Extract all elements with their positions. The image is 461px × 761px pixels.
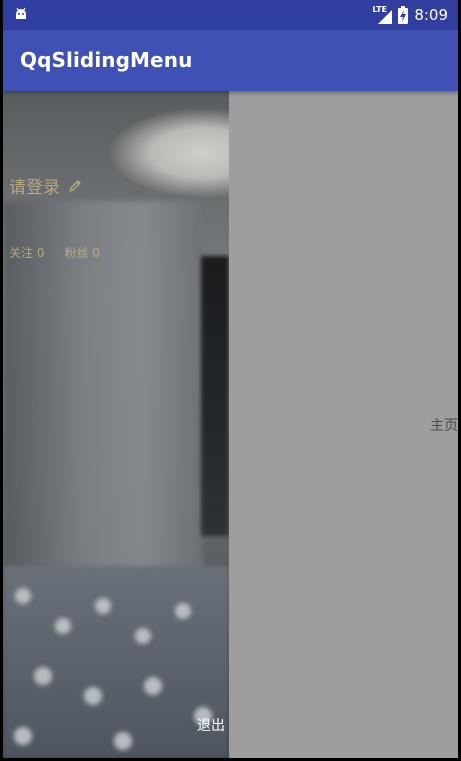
menu-background-floor <box>3 566 229 758</box>
followers-count[interactable]: 粉丝 0 <box>64 244 99 261</box>
status-bar: LTE 8:09 <box>3 0 458 30</box>
status-clock: 8:09 <box>414 6 448 24</box>
pencil-icon[interactable] <box>68 179 82 193</box>
home-label: 主页 <box>430 418 458 434</box>
app-bar: QqSlidingMenu <box>3 30 458 91</box>
status-icons: LTE 8:09 <box>372 5 448 25</box>
menu-background-door <box>201 256 229 536</box>
following-count[interactable]: 关注 0 <box>9 244 44 261</box>
battery-charging-icon <box>398 6 409 24</box>
app-title: QqSlidingMenu <box>20 48 193 72</box>
lte-signal-icon: LTE <box>372 5 393 24</box>
device-screen: LTE 8:09 QqSlidingMenu 请登录 关注 0 粉丝 0 退出 … <box>3 0 458 758</box>
main-content[interactable]: 主页 <box>229 91 458 758</box>
android-icon <box>13 6 29 26</box>
sliding-menu[interactable]: 请登录 关注 0 粉丝 0 退出 <box>3 91 229 758</box>
logout-button[interactable]: 退出 <box>197 715 225 735</box>
login-label[interactable]: 请登录 <box>9 173 60 198</box>
user-stats: 关注 0 粉丝 0 <box>9 244 100 261</box>
login-row[interactable]: 请登录 <box>9 173 82 198</box>
